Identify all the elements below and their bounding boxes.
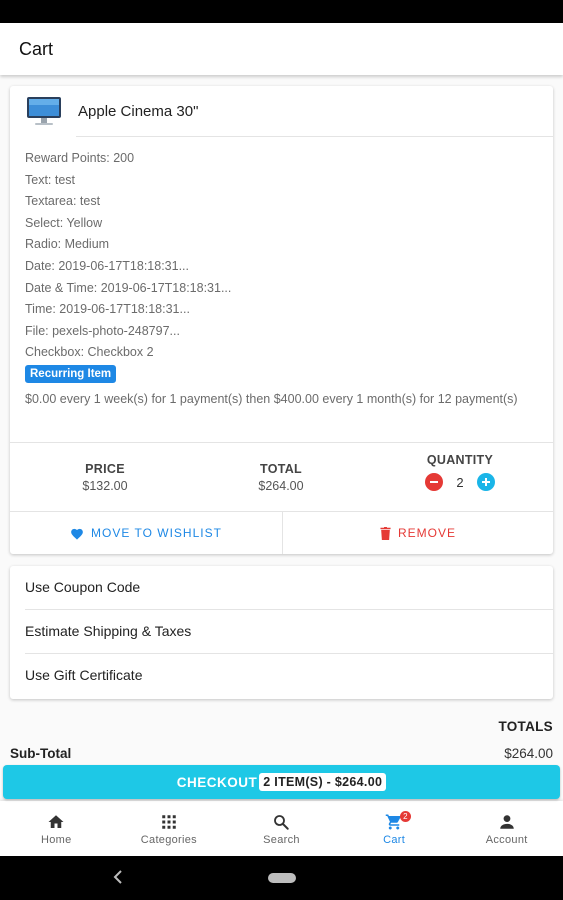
product-options: Reward Points: 200 Text: test Textarea: … <box>25 148 540 364</box>
quantity-stepper: 2 <box>405 473 515 491</box>
option-radio: Radio: Medium <box>25 237 110 252</box>
checkout-button[interactable]: CHECKOUT 2 ITEM(S) - $264.00 <box>3 765 560 799</box>
status-bar <box>0 0 563 23</box>
option-file: File: pexels-photo-248797... <box>25 323 180 338</box>
price-column: PRICE $132.00 <box>50 462 160 493</box>
price-label: PRICE <box>85 462 125 476</box>
gift-certificate-link[interactable]: Use Gift Certificate <box>10 654 553 698</box>
app-bar: Cart <box>0 23 563 75</box>
cart-count-badge: 2 <box>399 811 411 822</box>
estimate-shipping-link[interactable]: Estimate Shipping & Taxes <box>10 610 553 654</box>
option-text: Text: test <box>25 172 76 187</box>
recurring-badge: Recurring Item <box>25 365 117 383</box>
decrease-quantity-button[interactable] <box>425 473 444 491</box>
subtotal-label: Sub-Total <box>10 746 72 761</box>
price-value: $132.00 <box>82 479 128 493</box>
option-time: Time: 2019-06-17T18:18:31... <box>25 302 190 317</box>
nav-categories-label: Categories <box>140 834 197 846</box>
product-header[interactable]: Apple Cinema 30" <box>10 86 553 137</box>
totals-heading: TOTALS <box>498 719 553 734</box>
checkout-label: CHECKOUT <box>176 774 258 790</box>
coupon-code-label: Use Coupon Code <box>25 579 141 595</box>
quantity-label: QUANTITY <box>426 453 494 467</box>
nav-cart[interactable]: 2 Cart <box>338 801 451 856</box>
wishlist-label: MOVE TO WISHLIST <box>91 526 222 540</box>
plus-icon <box>481 478 490 486</box>
heart-icon <box>71 528 83 540</box>
remove-label: REMOVE <box>397 526 456 540</box>
nav-search[interactable]: Search <box>225 801 338 856</box>
trash-icon <box>380 526 391 540</box>
nav-cart-label: Cart <box>383 834 406 846</box>
recurring-description: $0.00 every 1 week(s) for 1 payment(s) t… <box>25 392 518 406</box>
bottom-navigation: Home Categories Search 2 Cart Account <box>0 801 563 856</box>
product-name[interactable]: Apple Cinema 30" <box>78 103 198 120</box>
total-label: TOTAL <box>259 462 302 476</box>
gift-certificate-label: Use Gift Certificate <box>25 667 143 683</box>
monitor-icon[interactable] <box>25 95 63 127</box>
system-navigation-bar <box>0 856 563 900</box>
home-pill-button[interactable] <box>268 873 296 883</box>
nav-home[interactable]: Home <box>0 801 113 856</box>
move-to-wishlist-button[interactable]: MOVE TO WISHLIST <box>10 512 282 554</box>
minus-icon <box>430 481 439 483</box>
grid-icon <box>162 815 176 829</box>
nav-search-label: Search <box>263 834 300 846</box>
estimate-shipping-label: Estimate Shipping & Taxes <box>25 623 192 639</box>
checkout-summary: 2 ITEM(S) - $264.00 <box>259 773 387 791</box>
nav-account-label: Account <box>485 834 528 846</box>
total-value: $264.00 <box>258 479 304 493</box>
option-reward-points: Reward Points: 200 <box>25 151 135 165</box>
total-column: TOTAL $264.00 <box>226 462 336 493</box>
option-checkbox: Checkbox: Checkbox 2 <box>25 345 154 360</box>
coupon-code-link[interactable]: Use Coupon Code <box>10 566 553 610</box>
nav-account[interactable]: Account <box>450 801 563 856</box>
nav-home-label: Home <box>41 834 72 846</box>
increase-quantity-button[interactable] <box>476 473 495 491</box>
divider <box>76 136 553 137</box>
back-arrow-icon[interactable] <box>113 870 123 884</box>
quantity-column: QUANTITY 2 <box>405 453 515 491</box>
option-select: Select: Yellow <box>25 215 103 230</box>
home-icon <box>48 815 64 828</box>
account-icon <box>499 815 514 829</box>
option-date-time: Date & Time: 2019-06-17T18:18:31... <box>25 280 232 295</box>
option-textarea: Textarea: test <box>25 194 101 209</box>
remove-button[interactable]: REMOVE <box>282 512 553 554</box>
option-date: Date: 2019-06-17T18:18:31... <box>25 258 190 273</box>
subtotal-value: $264.00 <box>504 746 553 761</box>
nav-categories[interactable]: Categories <box>113 801 226 856</box>
page-title: Cart <box>19 39 54 59</box>
cart-options-card: Use Coupon Code Estimate Shipping & Taxe… <box>10 566 553 699</box>
search-icon <box>274 815 290 830</box>
cart-item-card: Apple Cinema 30" Reward Points: 200 Text… <box>10 86 553 554</box>
quantity-value: 2 <box>456 474 464 490</box>
divider <box>10 442 553 443</box>
